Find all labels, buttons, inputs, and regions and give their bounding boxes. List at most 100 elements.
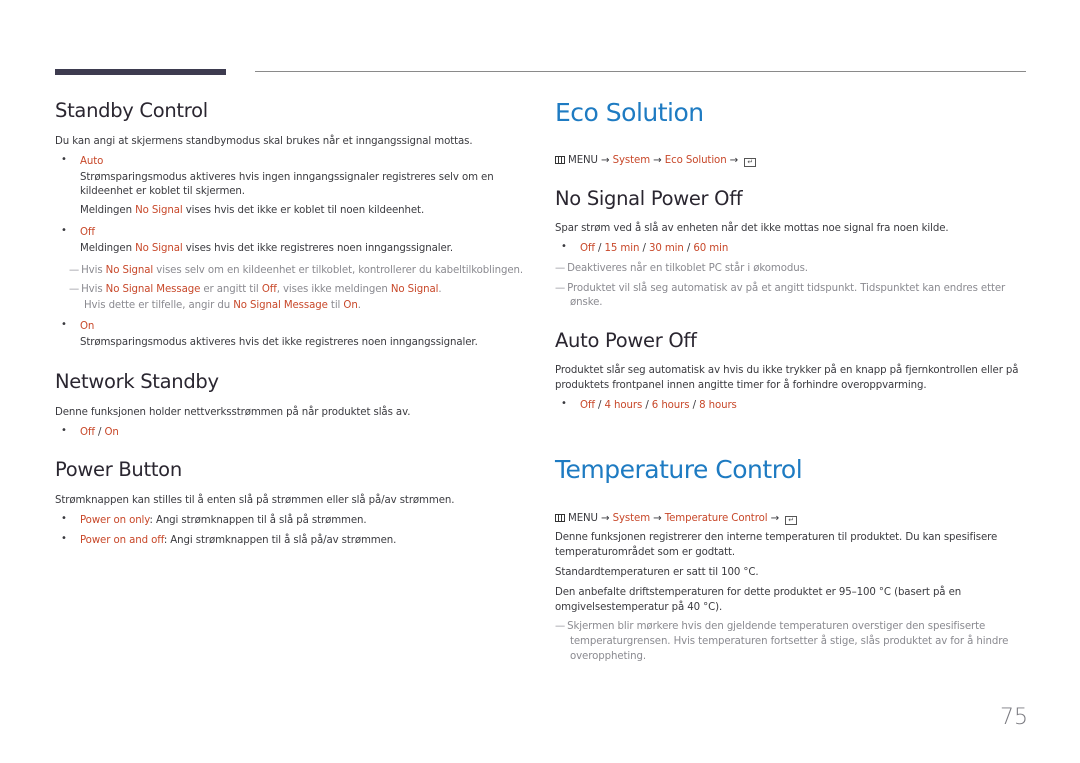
option-off: Off — [80, 227, 95, 238]
bullet: • — [561, 241, 567, 252]
option: 8 hours — [699, 400, 737, 411]
option-label: Power on only — [80, 515, 150, 526]
note-no-signal-message: — Hvis No Signal Message er angitt til Of… — [69, 282, 442, 297]
term: No Signal Message — [105, 284, 201, 295]
option: 30 min — [648, 243, 684, 254]
temp-menu-path: MENU → System → Temperature Control → ↵ — [555, 511, 798, 526]
separator: / — [594, 400, 605, 411]
term: On — [343, 300, 358, 311]
option-desc: : Angi strømknappen til å slå på strømme… — [149, 515, 367, 526]
text: vises hvis det ikke registreres noen inn… — [182, 243, 453, 254]
auto-desc-line1: Strømsparingsmodus aktiveres hvis ingen … — [80, 172, 494, 183]
option-on: On — [80, 321, 95, 332]
option-off: Off — [80, 427, 95, 438]
network-standby-intro: Denne funksjonen holder nettverksstrømme… — [55, 407, 411, 418]
bullet: • — [61, 533, 67, 544]
text: er angitt til — [200, 284, 262, 295]
temperature-control-heading: Temperature Control — [555, 455, 803, 484]
option: 4 hours — [604, 400, 643, 411]
term: No Signal Message — [233, 300, 328, 311]
no-signal-power-off-intro: Spar strøm ved å slå av enheten når det … — [555, 223, 949, 234]
text: , vises ikke meldingen — [276, 284, 391, 295]
option-on: On — [104, 427, 119, 438]
no-signal-term: No Signal — [105, 265, 154, 276]
auto-power-off-intro-line1: Produktet slår seg automatisk av hvis du… — [555, 365, 1019, 376]
power-button-heading: Power Button — [55, 458, 182, 481]
eco-solution-heading: Eco Solution — [555, 98, 704, 127]
bullet: • — [61, 154, 67, 165]
bullet: • — [61, 225, 67, 236]
auto-message: Meldingen No Signal vises hvis det ikke … — [80, 203, 424, 218]
text: Hvis dette er tilfelle, angir du — [84, 300, 234, 311]
network-standby-heading: Network Standby — [55, 370, 219, 393]
text: Meldingen — [80, 205, 136, 216]
temp-p2: Standardtemperaturen er satt til 100 °C. — [555, 567, 759, 578]
temp-p3-line2: omgivelsestemperatur på 40 °C). — [555, 602, 723, 613]
text: vises selv om en kildeenhet er tilkoblet… — [153, 265, 523, 276]
header-rule — [255, 71, 1026, 72]
off-message: Meldingen No Signal vises hvis det ikke … — [80, 241, 453, 256]
option-auto: Auto — [80, 156, 104, 167]
auto-power-off-heading: Auto Power Off — [555, 329, 697, 352]
arrow: → — [597, 155, 613, 166]
text: Meldingen — [80, 243, 136, 254]
no-signal-term: No Signal — [135, 205, 183, 216]
temp-note-line1: — Skjermen blir mørkere hvis den gjeldend… — [555, 619, 985, 634]
network-standby-options: Off / On — [80, 425, 119, 440]
temp-p1-line1: Denne funksjonen registrerer den interne… — [555, 532, 998, 543]
menu-label: MENU — [568, 155, 598, 166]
power-on-only-item: Power on only: Angi strømknappen til å s… — [80, 513, 367, 528]
note-cable: — Hvis No Signal vises selv om en kildeen… — [69, 263, 523, 278]
option: 60 min — [693, 243, 729, 254]
arrow: → — [767, 513, 783, 524]
bullet: • — [561, 398, 567, 409]
page-number: 75 — [1000, 705, 1028, 730]
separator: / — [594, 243, 605, 254]
option: 15 min — [604, 243, 640, 254]
no-signal-options: Off / 15 min / 30 min / 60 min — [580, 241, 728, 256]
note-eco-mode: — Deaktiveres når en tilkoblet PC står i … — [555, 261, 808, 276]
term: Off — [261, 284, 277, 295]
menu-system: System — [612, 155, 651, 166]
auto-power-off-intro-line2: produktets frontpanel innen angitte time… — [555, 380, 927, 391]
note-dash-icon: — — [555, 283, 566, 294]
separator: / — [689, 400, 700, 411]
note-auto-off-line2: ønske. — [570, 297, 603, 308]
text: Produktet vil slå seg automatisk av på e… — [567, 283, 1006, 294]
text: . — [357, 300, 361, 311]
menu-icon — [555, 514, 565, 522]
bullet: • — [61, 425, 67, 436]
bullet: • — [61, 319, 67, 330]
menu-label: MENU — [568, 513, 598, 524]
eco-menu-path: MENU → System → Eco Solution → ↵ — [555, 153, 757, 168]
arrow: → — [726, 155, 742, 166]
note-dash-icon: — — [555, 263, 566, 274]
text: Skjermen blir mørkere hvis den gjeldende… — [567, 621, 986, 632]
option-label: Power on and off — [80, 535, 164, 546]
enter-icon: ↵ — [744, 158, 757, 167]
power-button-intro: Strømknappen kan stilles til å enten slå… — [55, 495, 455, 506]
arrow: → — [597, 513, 613, 524]
no-signal-term: No Signal — [135, 243, 183, 254]
arrow: → — [650, 513, 665, 524]
temp-note-line3: overoppheting. — [570, 651, 646, 662]
note-dash-icon: — — [555, 621, 566, 632]
text: . — [438, 284, 442, 295]
temp-note-line2: temperaturgrensen. Hvis temperaturen for… — [570, 636, 1009, 647]
menu-eco-solution: Eco Solution — [664, 155, 727, 166]
on-desc: Strømsparingsmodus aktiveres hvis det ik… — [80, 337, 478, 348]
auto-desc-line2: kildeenhet er koblet til skjermen. — [80, 186, 245, 197]
note-dash-icon: — — [69, 265, 80, 276]
text: til — [327, 300, 344, 311]
text: vises hvis det ikke er koblet til noen k… — [182, 205, 425, 216]
option: Off — [580, 243, 595, 254]
arrow: → — [650, 155, 665, 166]
separator: / — [94, 427, 105, 438]
option-desc: : Angi strømknappen til å slå på/av strø… — [163, 535, 397, 546]
separator: / — [683, 243, 694, 254]
text: Hvis — [81, 284, 106, 295]
text: Hvis — [81, 265, 106, 276]
enter-icon: ↵ — [785, 516, 798, 525]
power-on-and-off-item: Power on and off: Angi strømknappen til … — [80, 533, 396, 548]
bullet: • — [61, 513, 67, 524]
